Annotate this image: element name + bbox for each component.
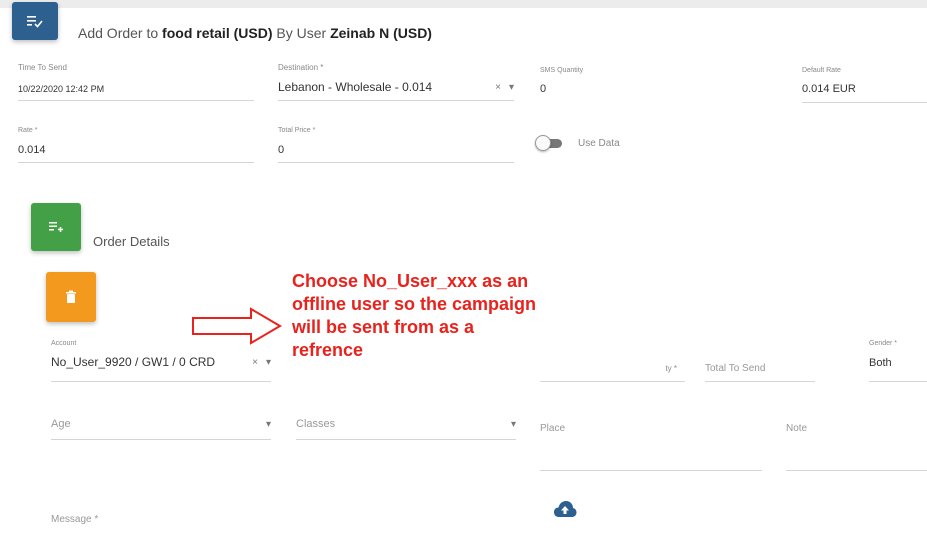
note-placeholder: Note xyxy=(786,423,808,434)
message-field[interactable]: Message * xyxy=(51,514,291,536)
order-details-title: Order Details xyxy=(93,234,170,249)
sms-quantity-label: SMS Quantity xyxy=(540,67,584,74)
time-to-send-field[interactable]: Time To Send 10/22/2020 12:42 PM xyxy=(18,63,254,101)
total-price-field[interactable]: Total Price * 0 xyxy=(278,127,514,163)
title-company: food retail (USD) xyxy=(162,25,273,41)
cloud-upload-icon[interactable] xyxy=(553,500,577,523)
playlist-check-icon xyxy=(12,2,58,40)
toggle-track[interactable] xyxy=(535,135,562,151)
destination-label: Destination * xyxy=(278,63,324,72)
rate-field[interactable]: Rate * 0.014 xyxy=(18,127,254,163)
annotation-callout: Choose No_User_xxx as an offline user so… xyxy=(292,271,537,360)
default-rate-label: Default Rate xyxy=(802,67,841,74)
sms-quantity-field[interactable]: SMS Quantity 0 xyxy=(540,67,780,103)
time-to-send-value: 10/22/2020 12:42 PM xyxy=(18,84,105,94)
use-data-toggle[interactable]: Use Data xyxy=(535,135,620,151)
place-placeholder: Place xyxy=(540,423,566,434)
title-by: By User xyxy=(276,25,327,41)
sms-quantity-value: 0 xyxy=(540,83,547,95)
clear-icon[interactable]: × xyxy=(252,357,258,368)
destination-value: Lebanon - Wholesale - 0.014 xyxy=(278,80,433,94)
total-price-value: 0 xyxy=(278,144,285,156)
chevron-down-icon[interactable]: ▾ xyxy=(509,82,514,93)
title-user: Zeinab N (USD) xyxy=(330,25,432,41)
chevron-down-icon[interactable]: ▾ xyxy=(266,419,271,430)
quantity-field[interactable]: ty * xyxy=(540,362,685,382)
quantity-label: ty * xyxy=(665,364,677,373)
classes-select[interactable]: Classes ▾ xyxy=(296,418,516,440)
use-data-label: Use Data xyxy=(578,138,620,149)
order-card: Add Order to food retail (USD) By User Z… xyxy=(0,0,927,552)
page-title: Add Order to food retail (USD) By User Z… xyxy=(78,25,432,41)
default-rate-field[interactable]: Default Rate 0.014 EUR xyxy=(802,67,927,103)
rate-value: 0.014 xyxy=(18,144,46,156)
clear-icon[interactable]: × xyxy=(495,82,501,93)
gender-select[interactable]: Gender * Both xyxy=(869,340,927,382)
chevron-down-icon[interactable]: ▾ xyxy=(511,419,516,430)
account-value: No_User_9920 / GW1 / 0 CRD xyxy=(51,355,216,369)
total-to-send-placeholder: Total To Send xyxy=(705,363,766,374)
age-placeholder: Age xyxy=(51,418,71,430)
trash-icon[interactable] xyxy=(46,272,96,322)
default-rate-value: 0.014 EUR xyxy=(802,83,856,95)
classes-placeholder: Classes xyxy=(296,418,336,430)
note-field[interactable]: Note xyxy=(786,423,927,471)
toggle-knob[interactable] xyxy=(535,135,551,151)
playlist-add-icon xyxy=(31,203,81,251)
rate-label: Rate * xyxy=(18,127,38,134)
total-to-send-field[interactable]: Total To Send xyxy=(705,360,815,382)
annotation-arrow-icon xyxy=(192,307,282,345)
total-price-label: Total Price * xyxy=(278,127,316,134)
time-to-send-label: Time To Send xyxy=(18,63,67,72)
gender-value: Both xyxy=(869,357,892,369)
title-prefix: Add Order to xyxy=(78,25,159,41)
age-select[interactable]: Age ▾ xyxy=(51,418,271,440)
message-placeholder: Message * xyxy=(51,514,99,525)
chevron-down-icon[interactable]: ▾ xyxy=(266,357,271,368)
place-field[interactable]: Place xyxy=(540,423,762,471)
account-select[interactable]: Account No_User_9920 / GW1 / 0 CRD × ▾ xyxy=(51,340,271,382)
destination-select[interactable]: Destination * Lebanon - Wholesale - 0.01… xyxy=(278,63,514,101)
gender-label: Gender * xyxy=(869,340,898,347)
